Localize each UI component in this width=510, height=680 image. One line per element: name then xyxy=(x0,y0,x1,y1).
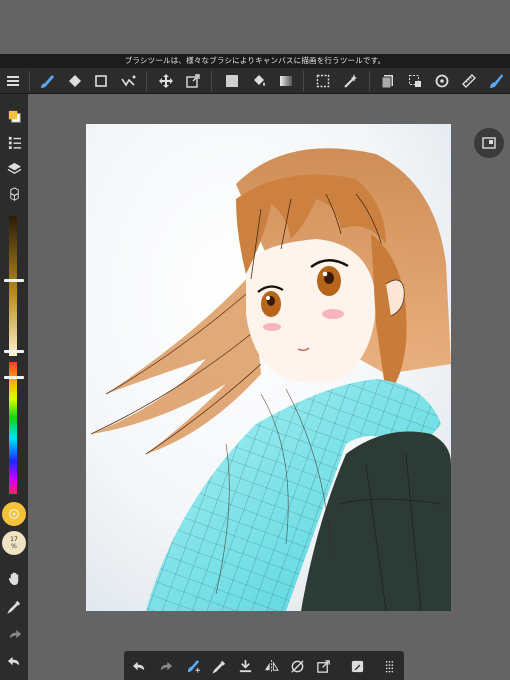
edit-icon[interactable] xyxy=(346,655,368,677)
toolbar-divider xyxy=(146,71,147,91)
materials-icon[interactable] xyxy=(4,184,24,204)
flip-horizontal-icon[interactable] xyxy=(260,655,282,677)
hand-tool-icon[interactable] xyxy=(4,568,24,588)
magic-wand-icon[interactable] xyxy=(340,71,360,91)
shape-tool-icon[interactable] xyxy=(91,71,111,91)
copy-layer-icon[interactable] xyxy=(378,71,398,91)
toolbar-divider xyxy=(303,71,304,91)
brush-opacity-handle[interactable] xyxy=(4,350,24,353)
navigator-button[interactable] xyxy=(474,128,504,158)
brush-size-slider[interactable] xyxy=(9,216,17,356)
drawing-canvas[interactable] xyxy=(86,124,451,611)
top-toolbar xyxy=(0,68,510,94)
navigator-icon xyxy=(482,137,496,149)
move-tool-icon[interactable] xyxy=(156,71,176,91)
fill-color-icon[interactable] xyxy=(222,71,242,91)
bottom-toolbar xyxy=(124,651,404,680)
redo-icon[interactable] xyxy=(154,655,176,677)
tool-hint-bar: ブラシツールは、様々なブラシによりキャンバスに描画を行うツールです。 xyxy=(0,54,510,68)
brush-opacity-value: 17 % xyxy=(10,536,18,550)
bucket-tool-icon[interactable] xyxy=(249,71,269,91)
transform-selection-icon[interactable] xyxy=(312,655,334,677)
pen-tool-icon[interactable] xyxy=(118,71,138,91)
color-swatch-icon[interactable] xyxy=(4,106,24,126)
brush-settings-icon[interactable] xyxy=(486,71,506,91)
eyedropper-icon[interactable] xyxy=(4,596,24,616)
ruler-icon[interactable] xyxy=(459,71,479,91)
eraser-tool-icon[interactable] xyxy=(64,71,84,91)
main-color-icon[interactable] xyxy=(2,502,26,526)
grid-menu-icon[interactable] xyxy=(378,655,400,677)
toolbar-divider xyxy=(211,71,212,91)
undo-icon[interactable] xyxy=(128,655,150,677)
redo-icon[interactable] xyxy=(4,624,24,644)
rotate-view-icon[interactable] xyxy=(286,655,308,677)
hue-handle[interactable] xyxy=(4,376,24,379)
toolbar-divider xyxy=(29,71,30,91)
brush-list-icon[interactable] xyxy=(4,132,24,152)
left-sidebar: 17 % xyxy=(0,94,28,680)
brush-opacity-display[interactable]: 17 % xyxy=(2,531,26,555)
transform-tool-icon[interactable] xyxy=(183,71,203,91)
import-icon[interactable] xyxy=(234,655,256,677)
menu-icon[interactable] xyxy=(3,71,23,91)
toolbar-divider xyxy=(369,71,370,91)
select-layer-icon[interactable] xyxy=(405,71,425,91)
layers-icon[interactable] xyxy=(4,158,24,178)
gradient-tool-icon[interactable] xyxy=(276,71,296,91)
undo-icon[interactable] xyxy=(4,651,24,671)
eyedropper-icon[interactable] xyxy=(208,655,230,677)
hue-slider[interactable] xyxy=(9,362,17,494)
status-bar xyxy=(0,0,510,54)
brush-lasso-icon[interactable] xyxy=(182,655,204,677)
illustration xyxy=(86,124,451,611)
rotate-icon[interactable] xyxy=(432,71,452,91)
brush-size-handle[interactable] xyxy=(4,279,24,282)
brush-tool-icon[interactable] xyxy=(37,71,57,91)
select-tool-icon[interactable] xyxy=(313,71,333,91)
